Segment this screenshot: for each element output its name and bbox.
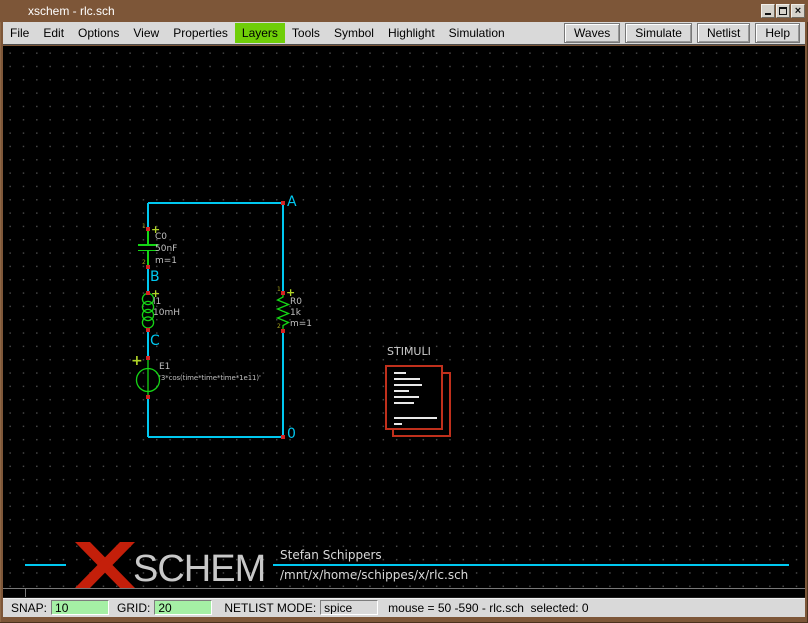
title-block-cyan-line-left [25,564,66,566]
menu-symbol[interactable]: Symbol [327,23,381,43]
net-label-c[interactable]: C [150,334,160,348]
netlist-mode-input[interactable] [320,600,378,615]
close-icon: × [792,5,804,17]
stimuli-text-line [394,423,402,425]
vsource-name: E1 [159,363,170,372]
xschem-logo-x [75,542,135,588]
netlist-button[interactable]: Netlist [697,23,750,43]
pin-square [146,291,150,295]
close-button[interactable]: × [791,4,805,18]
stimuli-text-line [394,384,422,386]
xschem-window: xschem - rlc.sch × File Edit Options Vie… [0,0,808,623]
menu-options[interactable]: Options [71,23,126,43]
resistor-mult: m=1 [290,320,312,329]
stimuli-text-line [394,417,437,419]
inductor-value: 10mH [153,309,180,318]
wire-bottom[interactable] [148,436,284,437]
net-label-ground[interactable]: 0 [287,427,296,441]
statusbar: SNAP: GRID: NETLIST MODE: mouse = 50 -59… [3,597,805,617]
xschem-logo-text: SCHEM [133,550,265,588]
pin-square [146,328,150,332]
resistor-value: 1k [290,309,301,318]
help-button[interactable]: Help [755,23,800,43]
waves-button[interactable]: Waves [564,23,620,43]
minimize-icon [765,13,771,15]
pin-square [146,356,150,360]
stimuli-front-rect [385,365,443,430]
resistor-name: R0 [290,298,302,307]
snap-label: SNAP: [11,601,47,615]
stimuli-text-line [394,390,409,392]
inductor-name: l1 [153,298,161,307]
netlist-mode-label: NETLIST MODE: [224,601,316,615]
file-path-text: /mnt/x/home/schippes/x/rlc.sch [280,569,468,582]
wire-left-1[interactable] [147,203,148,229]
simulate-button[interactable]: Simulate [625,23,692,43]
pin-square [146,395,150,399]
menu-tools[interactable]: Tools [285,23,327,43]
wire-right-1[interactable] [282,203,283,293]
stimuli-text-line [394,372,406,374]
capacitor-mult: m=1 [155,257,177,266]
grid-label: GRID: [117,601,150,615]
window-title: xschem - rlc.sch [28,4,115,18]
capacitor-lead-top [147,229,148,244]
stimuli-text-line [394,378,420,380]
pin-square [281,329,285,333]
menu-edit[interactable]: Edit [36,23,71,43]
stimuli-label: STIMULI [387,346,431,357]
title-block-cyan-line-right [273,564,789,566]
capacitor-value: 50nF [155,245,177,254]
toolbar-buttons: Waves Simulate Netlist Help [564,23,800,43]
wire-right-2[interactable] [282,332,283,437]
schematic-canvas[interactable]: A B C 0 + 1 2 C0 50nF m=1 [3,46,805,597]
wire-left-4[interactable] [147,398,148,437]
titlebar[interactable]: xschem - rlc.sch × [0,0,808,22]
minimize-button[interactable] [761,4,775,18]
window-controls: × [761,4,805,18]
stimuli-text-line [394,396,419,398]
menu-layers[interactable]: Layers [235,23,285,43]
title-block-vline [25,589,26,597]
pin-square [281,291,285,295]
net-label-a[interactable]: A [287,195,297,209]
snap-input[interactable] [51,600,109,615]
menu-view[interactable]: View [126,23,166,43]
capacitor-name: C0 [155,233,167,242]
wire-top[interactable] [148,202,284,203]
menubar: File Edit Options View Properties Layers… [3,22,805,45]
maximize-button[interactable] [776,4,790,18]
pin-square [281,435,285,439]
menu-highlight[interactable]: Highlight [381,23,442,43]
vsource-value: '3*cos(time*time*time*1e11)' [159,375,261,382]
menu-properties[interactable]: Properties [166,23,235,43]
wire-left-3[interactable] [147,331,148,358]
menu-file[interactable]: File [3,23,36,43]
pin-square [146,265,150,269]
stimuli-text-line [394,402,414,404]
net-label-b[interactable]: B [150,270,160,284]
vsource-plus: + [131,354,143,368]
author-text: Stefan Schippers [280,549,382,562]
pin-square [281,201,285,205]
menu-simulation[interactable]: Simulation [442,23,512,43]
grid-input[interactable] [154,600,212,615]
maximize-icon [779,7,787,15]
title-block-hline [3,588,805,589]
mouse-status-text: mouse = 50 -590 - rlc.sch selected: 0 [388,601,588,615]
pin-square [146,227,150,231]
